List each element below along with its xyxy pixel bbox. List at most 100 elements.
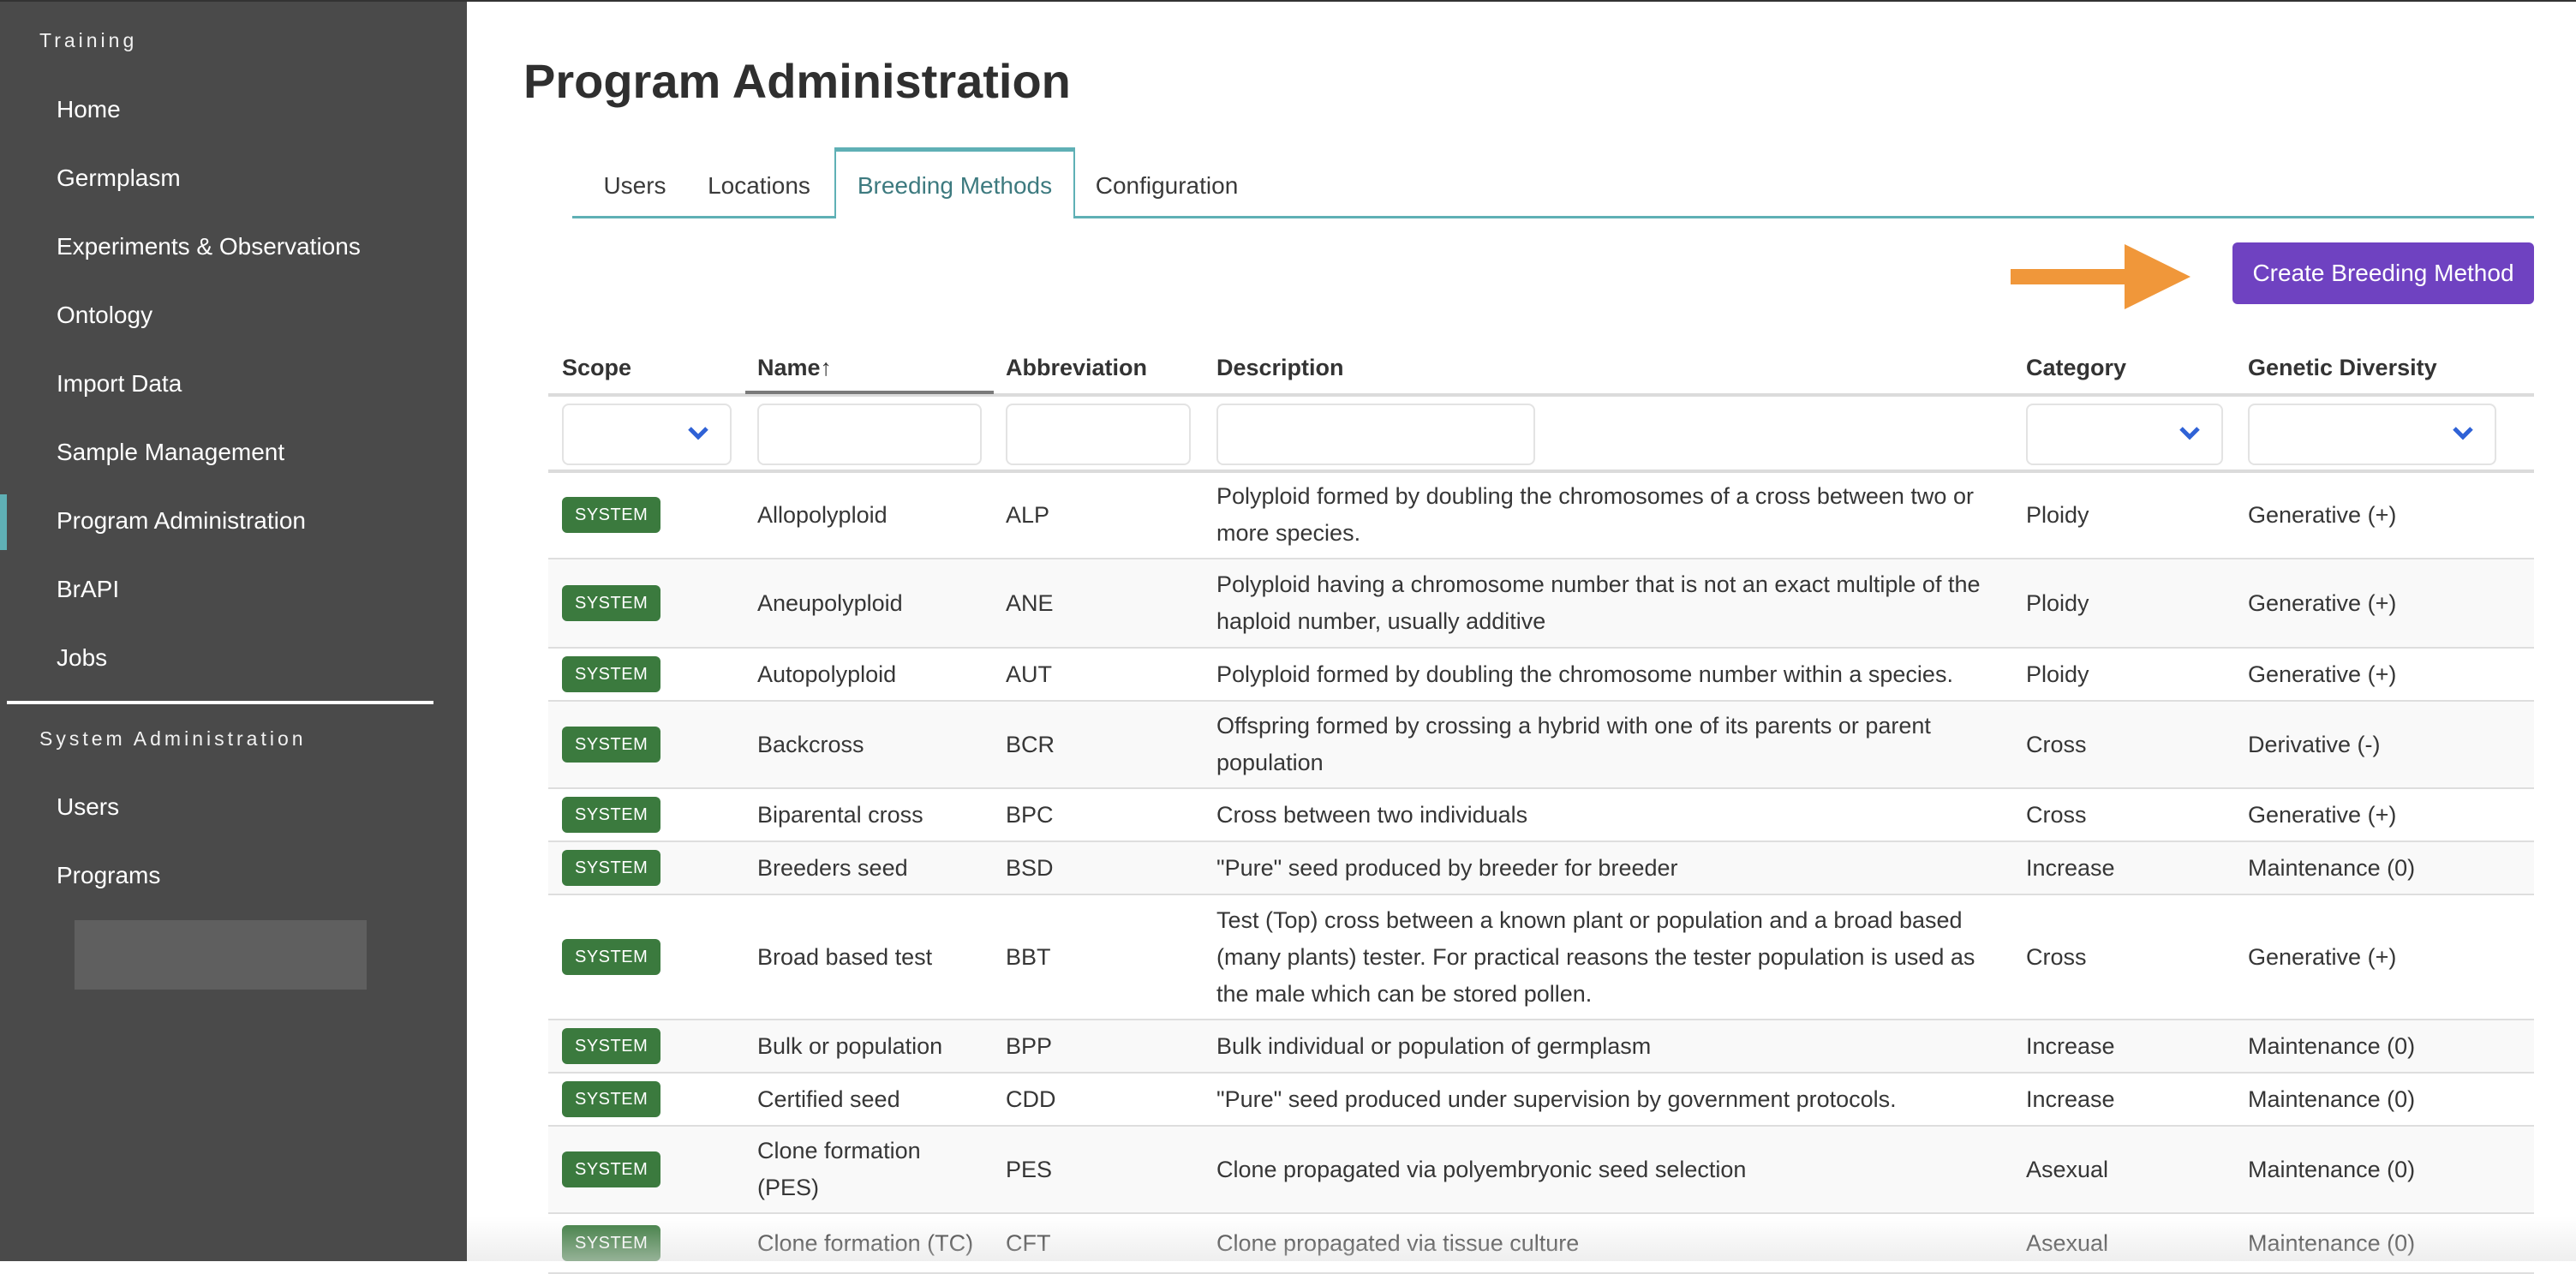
cell-abbreviation: CDD <box>1006 1074 1194 1125</box>
abbreviation-text: CFT <box>1006 1229 1051 1256</box>
cell-scope: SYSTEM <box>562 702 733 787</box>
tab-bar: Users Locations Breeding Methods Configu… <box>572 147 2534 218</box>
description-text: Offspring formed by crossing a hybrid wi… <box>1216 713 1931 775</box>
column-header-scope[interactable]: Scope <box>562 355 631 381</box>
cell-abbreviation: BBT <box>1006 895 1194 1019</box>
filter-row <box>548 397 2534 473</box>
abbreviation-text: CDD <box>1006 1086 1056 1112</box>
description-text: Clone propagated via tissue culture <box>1216 1229 1580 1256</box>
sidebar-item-import-data[interactable]: Import Data <box>57 370 182 398</box>
scope-badge: SYSTEM <box>562 797 661 833</box>
cell-abbreviation: ANE <box>1006 559 1194 647</box>
genetic-diversity-text: Generative (+) <box>2248 943 2397 970</box>
column-header-name[interactable]: Name↑ <box>757 355 832 381</box>
cell-scope: SYSTEM <box>562 1214 733 1272</box>
sidebar-item-ontology[interactable]: Ontology <box>57 302 152 329</box>
sort-indicator-underline <box>745 391 994 394</box>
sidebar-item-experiments-observations[interactable]: Experiments & Observations <box>57 233 361 260</box>
cell-genetic-diversity: Maintenance (0) <box>2248 1020 2522 1072</box>
sidebar-item-program-administration[interactable]: Program Administration <box>57 507 306 535</box>
sidebar-active-indicator <box>0 494 7 550</box>
genetic-diversity-text: Maintenance (0) <box>2248 1086 2416 1112</box>
table-row[interactable]: SYSTEM Aneupolyploid ANE Polyploid having a… <box>548 559 2534 649</box>
cell-description: Cross between two individuals <box>1216 789 2013 840</box>
column-header-description[interactable]: Description <box>1216 355 1344 381</box>
description-filter-input[interactable] <box>1216 404 1535 465</box>
sidebar-section-training: Training <box>39 29 138 51</box>
cell-description: Clone propagated via polyembryonic seed … <box>1216 1127 2013 1212</box>
abbreviation-filter-input[interactable] <box>1006 404 1191 465</box>
create-breeding-method-button[interactable]: Create Breeding Method <box>2232 242 2534 304</box>
cell-genetic-diversity: Maintenance (0) <box>2248 1074 2522 1125</box>
cell-name: Allopolyploid <box>757 472 989 558</box>
table-row[interactable]: SYSTEM Breeders seed BSD "Pure" seed produc… <box>548 842 2534 895</box>
scope-badge: SYSTEM <box>562 1081 661 1117</box>
category-text: Asexual <box>2026 1156 2109 1182</box>
cell-abbreviation: PES <box>1006 1127 1194 1212</box>
cell-name: Autopolyploid <box>757 649 989 700</box>
cell-abbreviation: BSD <box>1006 842 1194 894</box>
tab-breeding-methods[interactable]: Breeding Methods <box>834 147 1075 218</box>
table-row[interactable]: SYSTEM Certified seed CDD "Pure" seed produ… <box>548 1074 2534 1127</box>
cell-abbreviation: BPC <box>1006 789 1194 840</box>
cell-description: Test (Top) cross between a known plant o… <box>1216 895 2013 1019</box>
genetic-diversity-text: Generative (+) <box>2248 501 2397 528</box>
genetic-diversity-filter-select[interactable] <box>2248 404 2496 465</box>
name-text: Breeders seed <box>757 854 908 881</box>
table-row[interactable]: SYSTEM Backcross BCR Offspring formed by cr… <box>548 702 2534 789</box>
name-text: Clone formation (TC) <box>757 1229 974 1256</box>
table-row[interactable]: SYSTEM Autopolyploid AUT Polyploid formed b… <box>548 649 2534 702</box>
table-row[interactable]: SYSTEM Allopolyploid ALP Polyploid formed b… <box>548 472 2534 559</box>
column-header-abbreviation[interactable]: Abbreviation <box>1006 355 1147 381</box>
abbreviation-text: PES <box>1006 1156 1053 1182</box>
scope-badge: SYSTEM <box>562 585 661 621</box>
table-row[interactable]: SYSTEM Bulk or population BPP Bulk individu… <box>548 1020 2534 1074</box>
tab-users[interactable]: Users <box>596 151 673 216</box>
table-row[interactable]: SYSTEM Broad based test BBT Test (Top) cros… <box>548 895 2534 1020</box>
abbreviation-text: ALP <box>1006 501 1050 528</box>
abbreviation-text: BCR <box>1006 731 1055 757</box>
name-text: Clone formation (PES) <box>757 1138 921 1200</box>
sidebar-item-germplasm[interactable]: Germplasm <box>57 164 181 192</box>
category-text: Ploidy <box>2026 501 2089 528</box>
name-text: Bulk or population <box>757 1032 943 1059</box>
tab-locations[interactable]: Locations <box>699 151 819 216</box>
sidebar-item-sample-management[interactable]: Sample Management <box>57 439 284 466</box>
description-text: Bulk individual or population of germpla… <box>1216 1032 1652 1059</box>
name-text: Certified seed <box>757 1086 900 1112</box>
cell-scope: SYSTEM <box>562 895 733 1019</box>
category-text: Ploidy <box>2026 589 2089 616</box>
genetic-diversity-text: Generative (+) <box>2248 589 2397 616</box>
sidebar-item-home[interactable]: Home <box>57 96 121 123</box>
tab-configuration[interactable]: Configuration <box>1090 151 1244 216</box>
cell-description: "Pure" seed produced by breeder for bree… <box>1216 842 2013 894</box>
cell-genetic-diversity: Generative (+) <box>2248 472 2522 558</box>
cell-category: Ploidy <box>2026 472 2232 558</box>
scope-filter-select[interactable] <box>562 404 732 465</box>
genetic-diversity-text: Maintenance (0) <box>2248 854 2416 881</box>
table-row[interactable]: SYSTEM Clone formation (TC) CFT Clone propa… <box>548 1214 2534 1274</box>
name-filter-input[interactable] <box>757 404 982 465</box>
cell-name: Aneupolyploid <box>757 559 989 647</box>
table-row[interactable]: SYSTEM Clone formation (PES) PES Clone prop… <box>548 1127 2534 1214</box>
sidebar-item-jobs[interactable]: Jobs <box>57 644 107 672</box>
category-text: Increase <box>2026 854 2115 881</box>
cell-genetic-diversity: Generative (+) <box>2248 789 2522 840</box>
abbreviation-text: BPC <box>1006 801 1054 828</box>
abbreviation-text: BBT <box>1006 943 1051 970</box>
chevron-down-icon <box>688 427 708 440</box>
category-filter-select[interactable] <box>2026 404 2223 465</box>
cell-category: Increase <box>2026 1074 2232 1125</box>
description-text: "Pure" seed produced under supervision b… <box>1216 1086 1897 1112</box>
sidebar-item-brapi[interactable]: BrAPI <box>57 576 119 603</box>
table-row[interactable]: SYSTEM Biparental cross BPC Cross between t… <box>548 789 2534 842</box>
cell-description: Polyploid having a chromosome number tha… <box>1216 559 2013 647</box>
scope-badge: SYSTEM <box>562 656 661 692</box>
column-header-category[interactable]: Category <box>2026 355 2126 381</box>
sidebar-item-system-programs[interactable]: Programs <box>57 862 160 889</box>
column-header-name-label: Name <box>757 355 821 380</box>
sidebar-item-system-users[interactable]: Users <box>57 793 119 821</box>
category-text: Asexual <box>2026 1229 2109 1256</box>
column-header-genetic-diversity[interactable]: Genetic Diversity <box>2248 355 2437 381</box>
name-text: Backcross <box>757 731 864 757</box>
